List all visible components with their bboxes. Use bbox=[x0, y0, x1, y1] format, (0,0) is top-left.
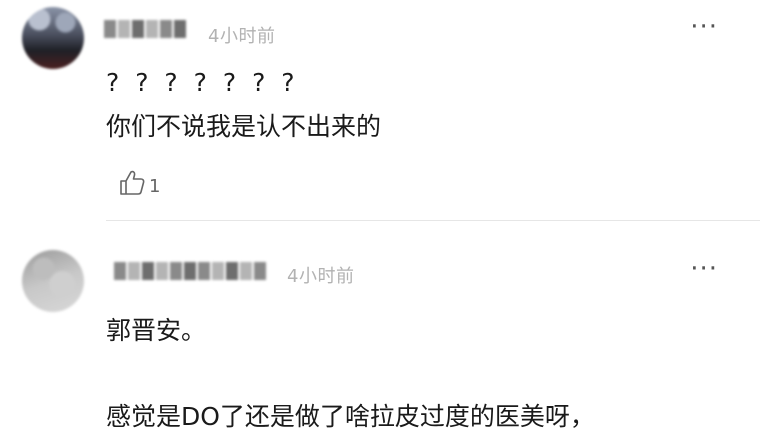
comment-text-line: 郭晋安。 bbox=[106, 316, 207, 345]
more-options-button[interactable]: ··· bbox=[690, 14, 718, 40]
comment-feed: 4小时前 ··· ? ? ? ? ? ? ? 你们不说我是认不出来的 1 4小时… bbox=[0, 0, 782, 440]
timestamp: 4小时前 bbox=[287, 266, 355, 287]
like-button[interactable]: 1 bbox=[117, 168, 160, 198]
username-blurred[interactable] bbox=[104, 20, 186, 40]
avatar[interactable] bbox=[22, 7, 84, 69]
like-count: 1 bbox=[149, 175, 161, 197]
divider bbox=[106, 220, 760, 221]
comment-item: 4小时前 ··· 郭晋安。 感觉是DO了还是做了啥拉皮过度的医美呀， bbox=[0, 222, 782, 440]
thumbs-up-icon bbox=[120, 170, 145, 195]
avatar[interactable] bbox=[22, 250, 84, 312]
username-blurred[interactable] bbox=[114, 262, 266, 282]
comment-text-line: ? ? ? ? ? ? ? bbox=[106, 68, 299, 97]
timestamp: 4小时前 bbox=[208, 26, 276, 47]
comment-text-line: 感觉是DO了还是做了啥拉皮过度的医美呀， bbox=[106, 402, 595, 431]
comment-item: 4小时前 ··· ? ? ? ? ? ? ? 你们不说我是认不出来的 1 bbox=[0, 0, 782, 220]
comment-text-line: 你们不说我是认不出来的 bbox=[106, 112, 382, 141]
more-options-button[interactable]: ··· bbox=[690, 256, 718, 282]
